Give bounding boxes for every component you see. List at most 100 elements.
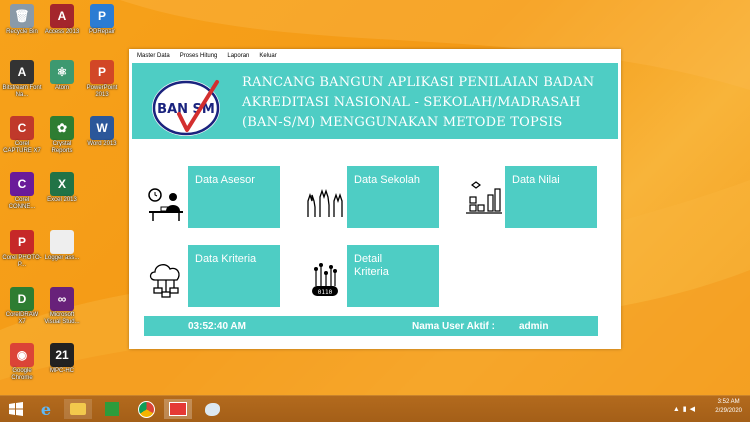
- tray-time: 3:52 AM: [717, 399, 740, 405]
- desktop-icon-label: Bitstream Font Na...: [2, 85, 42, 98]
- desktop-icon-label: Excel 2013: [47, 197, 77, 203]
- corel-photo-icon: P: [10, 230, 34, 254]
- desktop-icon[interactable]: W Word 2013: [82, 116, 122, 148]
- desktop-icon[interactable]: ◉ Google Chrome: [2, 343, 42, 382]
- desktop-icon[interactable]: P Corel PHOTO-P...: [2, 230, 42, 269]
- taskbar-paint[interactable]: [198, 399, 226, 419]
- desktop-icon[interactable]: D CorelDRAW X7: [2, 287, 42, 326]
- ban-sm-logo: BAN SM: [152, 80, 220, 136]
- desktop-icon[interactable]: ∞ Microsoft Visual Stud...: [42, 287, 82, 326]
- menu-bar: Master Data Proses Hitung Laporan Keluar: [129, 49, 621, 62]
- detail-icon-box: 0110: [303, 245, 347, 307]
- folder-icon: [70, 403, 86, 415]
- desktop-icon-label: Corel CAPTURE X7: [3, 141, 41, 154]
- cloud-network-icon: [149, 264, 180, 298]
- taskbar-ie[interactable]: e: [32, 399, 60, 419]
- desktop-icons: 🗑 Recycle Bin A Access 2013 P PDRepair A Bitstr…: [0, 0, 125, 395]
- detail-label-line2: Kriteria: [354, 266, 389, 278]
- desktop-icon[interactable]: A Bitstream Font Na...: [2, 60, 42, 99]
- menu-keluar[interactable]: Keluar: [259, 53, 276, 59]
- desktop-icon[interactable]: 21 MPC-HC: [42, 343, 82, 375]
- desktop-icon[interactable]: P PowerPoint 2013: [82, 60, 122, 99]
- tile-data-sekolah[interactable]: Data Sekolah: [303, 166, 439, 228]
- desktop-icon[interactable]: A Access 2013: [42, 4, 82, 36]
- desktop-icon-label: Atom: [54, 85, 69, 91]
- desktop-icon-label: Microsoft Visual Stud...: [44, 312, 80, 325]
- desktop-icon-label: CorelDRAW X7: [5, 312, 39, 325]
- kriteria-icon-box: [144, 245, 188, 307]
- desktop-icon[interactable]: ⚛ Atom: [42, 60, 82, 92]
- mpc-hc-icon: 21: [50, 343, 74, 367]
- windows-icon: [9, 402, 23, 416]
- tray-date: 2/29/2020: [715, 408, 742, 414]
- app-header: BAN SM RANCANG BANGUN APLIKASI PENILAIAN…: [132, 63, 618, 139]
- taskbar-app-active[interactable]: [164, 399, 192, 419]
- svg-text:0110: 0110: [318, 289, 333, 296]
- word-icon: W: [90, 116, 114, 140]
- excel-icon: X: [50, 172, 74, 196]
- paint-icon: [204, 402, 220, 416]
- tile-label-kriteria: Data Kriteria: [195, 253, 257, 265]
- active-user-label: Nama User Aktif :: [412, 321, 495, 332]
- system-tray-icons[interactable]: ▲▮◀: [673, 405, 698, 413]
- desktop-icon[interactable]: C Corel CAPTURE X7: [2, 116, 42, 155]
- desktop-icon[interactable]: C Corel CONNE...: [2, 172, 42, 211]
- asesor-icon-box: [144, 166, 188, 228]
- app-title: RANCANG BANGUN APLIKASI PENILAIAN BADAN …: [242, 73, 612, 133]
- tray-clock[interactable]: 3:52 AM 2/29/2020: [715, 398, 742, 416]
- menu-laporan[interactable]: Laporan: [227, 53, 249, 59]
- pdrepair-icon: P: [90, 4, 114, 28]
- coreldraw-icon: D: [10, 287, 34, 311]
- tile-label-sekolah: Data Sekolah: [354, 174, 421, 186]
- taskbar-chrome[interactable]: [132, 399, 160, 419]
- tile-data-nilai[interactable]: Data Nilai: [461, 166, 597, 228]
- chrome-icon: [137, 400, 155, 418]
- title-line-3: (BAN-S/M) MENGGUNAKAN METODE TOPSIS: [242, 115, 563, 130]
- desktop-icon-label: PDRepair: [88, 29, 115, 35]
- desktop-icon-label: Corel CONNE...: [8, 197, 36, 210]
- status-bar: 03:52:40 AM Nama User Aktif : admin: [144, 316, 598, 336]
- network-icon: ▮: [682, 406, 690, 413]
- visual-studio-icon: ∞: [50, 287, 74, 311]
- taskbar: e ▲▮◀ 3:52 AM 2/29/2020: [0, 395, 750, 422]
- desktop-icon-label: Corel PHOTO-P...: [2, 255, 42, 268]
- desktop-icon-label: Recycle Bin: [6, 29, 38, 35]
- asesor-icon: [148, 188, 183, 221]
- menu-proses-hitung[interactable]: Proses Hitung: [180, 53, 218, 59]
- clock-time: 03:52:40 AM: [188, 321, 246, 332]
- menu-master-data[interactable]: Master Data: [137, 53, 170, 59]
- tile-label-nilai: Data Nilai: [512, 174, 560, 186]
- file-icon: [50, 230, 74, 254]
- desktop-icon-label: Crystal Reports: [51, 141, 73, 154]
- title-line-1: RANCANG BANGUN APLIKASI PENILAIAN BADAN: [242, 75, 595, 90]
- taskbar-explorer[interactable]: [64, 399, 92, 419]
- sekolah-icon-box: [303, 166, 347, 228]
- desktop-icon[interactable]: Logger ass...: [42, 230, 82, 262]
- atom-icon: ⚛: [50, 60, 74, 84]
- tile-data-asesor[interactable]: Data Asesor: [144, 166, 280, 228]
- corel-connect-icon: C: [10, 172, 34, 196]
- recycle-bin-icon: 🗑: [10, 4, 34, 28]
- active-user-value: admin: [519, 321, 549, 332]
- desktop-icon[interactable]: ✿ Crystal Reports: [42, 116, 82, 155]
- chart-blocks-icon: [466, 181, 502, 214]
- taskbar-store[interactable]: [98, 399, 126, 419]
- desktop-icon-label: Word 2013: [87, 141, 117, 147]
- binary-circuit-icon: 0110: [312, 263, 338, 296]
- logo-text: BAN SM: [157, 102, 215, 117]
- powerpoint-icon: P: [90, 60, 114, 84]
- desktop-icon[interactable]: P PDRepair: [82, 4, 122, 36]
- chrome-icon: ◉: [10, 343, 34, 367]
- volume-icon: ◀: [689, 406, 698, 413]
- app-window-icon: [169, 402, 187, 416]
- desktop-icon-label: Logger ass...: [44, 255, 80, 261]
- tile-detail-kriteria[interactable]: 0110 Detail Kriteria: [303, 245, 439, 307]
- desktop-icon[interactable]: 🗑 Recycle Bin: [2, 4, 42, 36]
- desktop-icon[interactable]: X Excel 2013: [42, 172, 82, 204]
- raised-hands-icon: [307, 188, 343, 217]
- desktop-icon-label: MPC-HC: [50, 368, 74, 374]
- tile-data-kriteria[interactable]: Data Kriteria: [144, 245, 280, 307]
- nilai-icon-box: [461, 166, 505, 228]
- start-button[interactable]: [2, 399, 30, 419]
- title-line-2: AKREDITASI NASIONAL - SEKOLAH/MADRASAH: [242, 95, 581, 110]
